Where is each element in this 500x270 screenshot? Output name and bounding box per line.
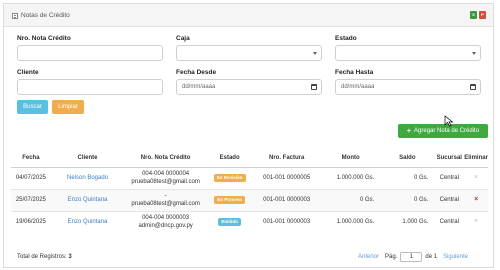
- table-row: 25/07/2025 Enzo Quintana - prueba08test@g…: [11, 188, 488, 211]
- col-header[interactable]: Fecha: [11, 150, 51, 168]
- monto-cell: 1.000.000 Gs.: [321, 166, 381, 189]
- col-header[interactable]: Saldo: [380, 150, 435, 168]
- table-row: 19/06/2025 Enzo Quintana 004-004 0000003…: [11, 210, 488, 233]
- pag-label: Pág.: [385, 254, 398, 260]
- col-header[interactable]: Nro. Factura: [252, 150, 322, 168]
- saldo-cell: 0 Gs.: [380, 188, 435, 211]
- pdf-icon[interactable]: P: [479, 11, 486, 19]
- factura-cell: 001-001 0000005: [252, 166, 322, 189]
- nro-nota-cell: 004-004 0000004 prueba08test@gmail.com: [124, 166, 207, 189]
- delete-icon: ×: [474, 174, 479, 181]
- agregar-nota-button[interactable]: + Agregar Nota de Crédito: [398, 124, 488, 138]
- table-row: 04/07/2025 Nelson Bogado 004-004 0000004…: [11, 166, 488, 189]
- table-header-row: Fecha Cliente Nro. Nota Crédito Estado N…: [11, 150, 488, 168]
- sucursal-cell: Central: [434, 210, 465, 233]
- buscar-button[interactable]: Buscar: [17, 100, 48, 114]
- estado-cell: En Proceso: [206, 188, 253, 211]
- fecha-cell: 04/07/2025: [11, 166, 51, 189]
- nro-nota-label: Nro. Nota Crédito: [17, 35, 71, 42]
- col-header[interactable]: Monto: [321, 150, 381, 168]
- saldo-cell: 0 Gs.: [380, 166, 435, 189]
- eliminar-cell: ×: [464, 166, 488, 189]
- delete-icon[interactable]: ×: [474, 196, 478, 203]
- page-input[interactable]: 1: [400, 252, 423, 262]
- status-badge: Emitido: [218, 218, 241, 227]
- fecha-hasta-input[interactable]: dd/mm/aaaa: [335, 79, 481, 95]
- factura-cell: 001-001 0000003: [252, 188, 322, 211]
- excel-icon[interactable]: X: [470, 11, 477, 19]
- sucursal-cell: Central: [434, 188, 465, 211]
- panel-title: Notas de Crédito: [12, 12, 70, 19]
- status-badge: En Revisión: [213, 174, 246, 182]
- fecha-cell: 19/06/2025: [11, 210, 51, 233]
- cliente-input[interactable]: [17, 79, 163, 95]
- cliente-label: Cliente: [17, 69, 39, 76]
- total-registros: Total de Registros: 3: [17, 254, 72, 260]
- nro-nota-input[interactable]: [17, 45, 163, 61]
- chevron-down-icon: [472, 52, 476, 55]
- chevron-down-icon: [313, 52, 317, 55]
- status-badge: En Proceso: [214, 196, 245, 204]
- caja-select[interactable]: [176, 45, 322, 61]
- panel-header: Notas de Crédito X P: [4, 4, 493, 27]
- document-icon: [12, 12, 18, 19]
- fecha-desde-input[interactable]: dd/mm/aaaa: [176, 79, 322, 95]
- caja-label: Caja: [176, 35, 190, 42]
- notas-table: Fecha Cliente Nro. Nota Crédito Estado N…: [11, 150, 488, 233]
- fecha-desde-label: Fecha Desde: [176, 69, 217, 76]
- nro-nota-cell: - prueba08test@gmail.com: [124, 188, 207, 211]
- fecha-hasta-label: Fecha Hasta: [335, 69, 374, 76]
- page-of-label: de 1: [425, 254, 438, 260]
- total-count: 3: [68, 254, 72, 260]
- plus-icon: +: [406, 127, 412, 135]
- estado-select[interactable]: [335, 45, 481, 61]
- panel-title-text: Notas de Crédito: [21, 12, 70, 19]
- export-icons: X P: [470, 11, 486, 19]
- sucursal-cell: Central: [434, 166, 465, 189]
- agregar-nota-label: Agregar Nota de Crédito: [414, 128, 480, 134]
- siguiente-link[interactable]: Siguiente: [443, 254, 468, 260]
- pagination: Anterior Pág. 1 de 1 Siguiente: [358, 252, 468, 262]
- saldo-cell: 1.000 Gs.: [380, 210, 435, 233]
- cursor-icon: [444, 115, 454, 127]
- nro-nota-cell: 004-004 0000003 admin@dncp.gov.py: [124, 210, 207, 233]
- col-header[interactable]: Cliente: [50, 150, 125, 168]
- limpiar-button[interactable]: Limpiar: [52, 100, 84, 114]
- col-header[interactable]: Nro. Nota Crédito: [124, 150, 207, 168]
- col-header[interactable]: Estado: [206, 150, 253, 168]
- monto-cell: 1.000.000 Gs.: [321, 210, 381, 233]
- eliminar-cell: ×: [464, 188, 488, 211]
- estado-cell: Emitido: [206, 210, 253, 233]
- fecha-cell: 25/07/2025: [11, 188, 51, 211]
- calendar-icon[interactable]: [470, 84, 476, 90]
- cliente-link[interactable]: Enzo Quintana: [50, 188, 125, 211]
- col-header[interactable]: Eliminar: [464, 150, 488, 168]
- anterior-link[interactable]: Anterior: [358, 254, 379, 260]
- eliminar-cell: ×: [464, 210, 488, 233]
- calendar-icon[interactable]: [311, 84, 317, 90]
- monto-cell: 0 Gs.: [321, 188, 381, 211]
- estado-label: Estado: [335, 35, 357, 42]
- cliente-link[interactable]: Enzo Quintana: [50, 210, 125, 233]
- factura-cell: 001-001 0000003: [252, 210, 322, 233]
- delete-icon: ×: [474, 218, 479, 226]
- col-header[interactable]: Sucursal: [434, 150, 465, 168]
- estado-cell: En Revisión: [206, 166, 253, 189]
- cliente-link[interactable]: Nelson Bogado: [50, 166, 125, 189]
